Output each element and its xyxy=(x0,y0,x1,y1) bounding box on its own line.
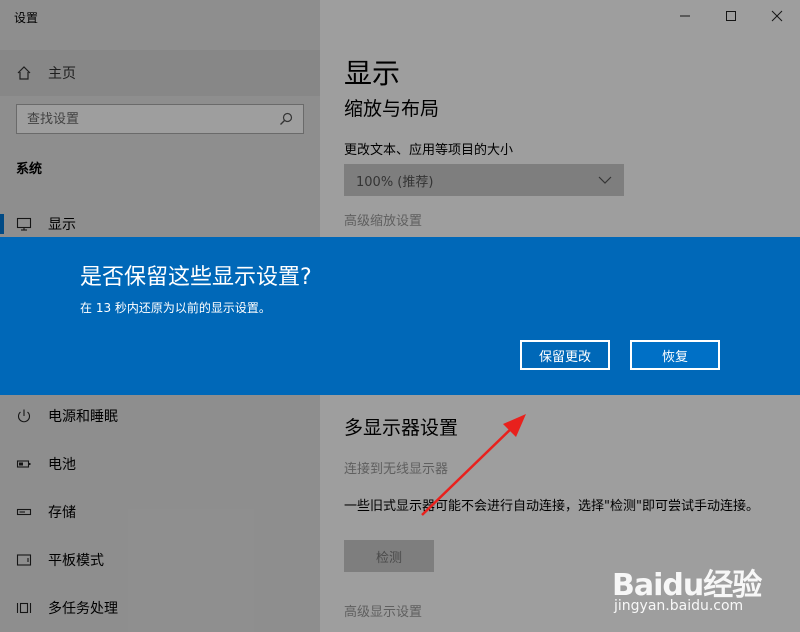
keep-changes-button[interactable]: 保留更改 xyxy=(520,340,610,370)
baidu-jingyan-watermark: Baidu经验 jingyan.baidu.com xyxy=(612,548,792,620)
watermark-url: jingyan.baidu.com xyxy=(614,598,744,614)
dialog-title: 是否保留这些显示设置? xyxy=(80,265,312,290)
settings-window: 设置 主页 系统 显示 xyxy=(0,0,800,632)
dialog-message: 在 13 秒内还原为以前的显示设置。 xyxy=(80,301,271,315)
revert-button[interactable]: 恢复 xyxy=(630,340,720,370)
keep-display-settings-dialog: 是否保留这些显示设置? 在 13 秒内还原为以前的显示设置。 保留更改 恢复 xyxy=(0,237,800,395)
